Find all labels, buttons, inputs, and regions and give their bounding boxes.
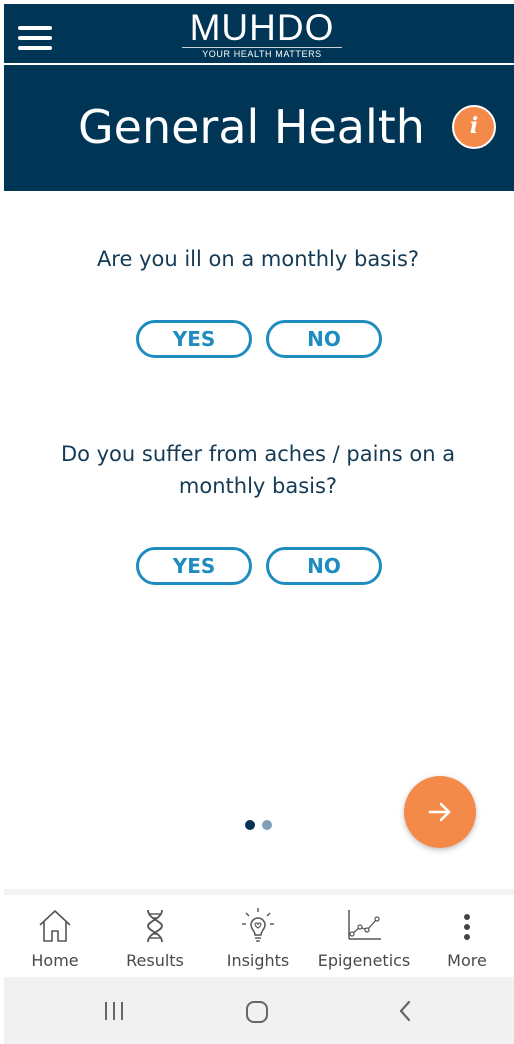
lightbulb-icon (242, 908, 274, 942)
nav-label-results: Results (126, 951, 184, 970)
nav-label-insights: Insights (226, 951, 290, 970)
nav-item-home[interactable]: Home (4, 895, 106, 977)
pager-dot-active (245, 820, 255, 830)
logo-wordmark: MUHDO (189, 7, 335, 48)
bottom-navigation: Home Results Insights Epigenetics More (4, 889, 514, 977)
muhdo-logo: MUHDO YOUR HEALTH MATTERS (174, 7, 350, 60)
nav-item-insights[interactable]: Insights (207, 895, 309, 977)
nav-label-home: Home (31, 951, 79, 970)
system-navigation-bar (4, 977, 514, 1044)
nav-item-epigenetics[interactable]: Epigenetics (309, 895, 419, 977)
more-vertical-icon (464, 914, 470, 940)
top-app-bar: MUHDO YOUR HEALTH MATTERS (4, 4, 514, 64)
home-circle-icon[interactable] (244, 999, 270, 1029)
nav-item-more[interactable]: More (416, 895, 514, 977)
app-screen: MUHDO YOUR HEALTH MATTERS General Health… (0, 0, 514, 1044)
next-button[interactable] (404, 776, 476, 848)
dna-icon (147, 909, 163, 943)
home-icon (39, 910, 71, 942)
question-2-yes-button[interactable]: YES (136, 547, 252, 585)
nav-label-more: More (447, 951, 487, 970)
hamburger-menu-icon[interactable] (18, 26, 52, 50)
nav-item-results[interactable]: Results (104, 895, 206, 977)
nav-label-epigenetics: Epigenetics (317, 951, 411, 970)
chart-line-icon (348, 910, 381, 940)
question-1-text: Are you ill on a monthly basis? (96, 247, 420, 271)
arrow-right-icon (428, 802, 451, 822)
pager-dot-inactive (262, 820, 272, 830)
question-1-yes-button[interactable]: YES (136, 320, 252, 358)
page-title: General Health (78, 100, 425, 154)
recent-apps-icon[interactable] (102, 999, 126, 1027)
question-2-no-button[interactable]: NO (266, 547, 382, 585)
title-band: General Health i (4, 65, 514, 191)
back-icon[interactable] (396, 999, 416, 1027)
info-icon[interactable]: i (452, 105, 496, 149)
question-1-no-button[interactable]: NO (266, 320, 382, 358)
question-2-text: Do you suffer from aches / pains on a mo… (60, 442, 456, 498)
logo-tagline: YOUR HEALTH MATTERS (182, 47, 342, 59)
